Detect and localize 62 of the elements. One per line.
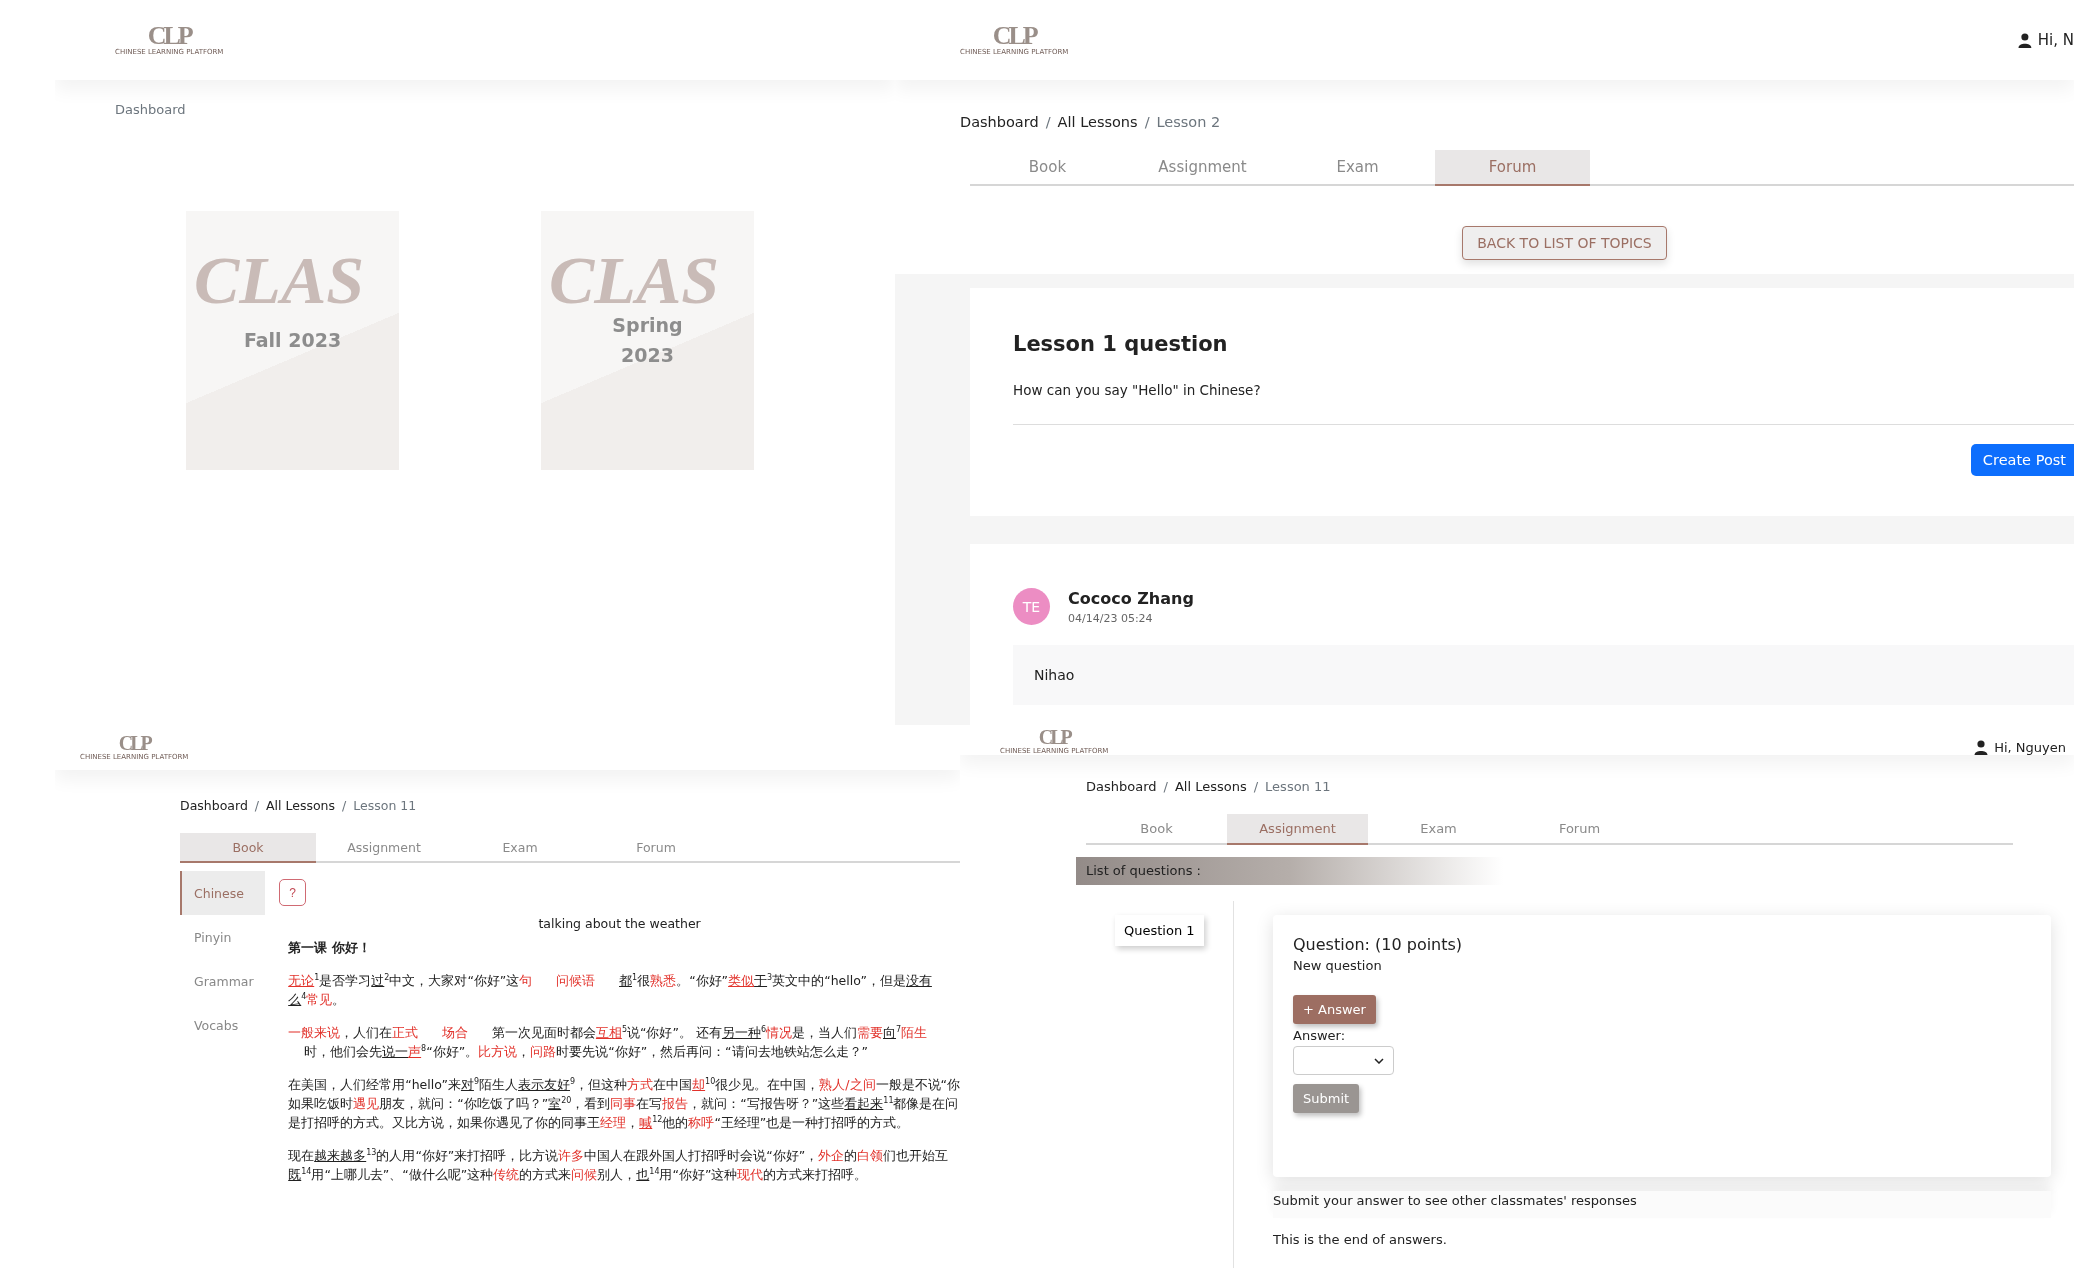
breadcrumb-current: Dashboard (115, 102, 186, 117)
back-button[interactable]: BACK TO LIST OF TOPICS (1462, 226, 1667, 260)
end-text: This is the end of answers. (1273, 1232, 1448, 1247)
breadcrumb-link[interactable]: Dashboard (180, 798, 248, 813)
user-greeting[interactable]: Hi, Nguyen (1974, 740, 2066, 755)
question-item[interactable]: Question 1 (1115, 915, 1204, 946)
tab[interactable]: Assignment (1125, 150, 1280, 186)
lesson-paragraph: 一般来说，人们在正式 场合 第一次见面时都会互相$^{5}$说“你好”。 还有另一种$^{6}$情况是，当人们需要向$^{7}$陌生 时，他们会先说一声$^{8}$“你好”。比方说，问路时要先说“你好”，然后再问：“请问去地铁站怎么走？” (288, 1023, 929, 1061)
breadcrumb-link[interactable]: All Lessons (1057, 114, 1138, 130)
chevron-down-icon (1374, 1057, 1384, 1064)
user-icon (2018, 32, 2032, 48)
breadcrumb-current: Lesson 2 (1156, 114, 1221, 130)
tab[interactable]: Exam (1368, 814, 1509, 845)
class-card[interactable]: CLAS Fall 2023 (186, 211, 399, 470)
answer-select[interactable] (1293, 1046, 1394, 1075)
tab[interactable]: Book (1086, 814, 1227, 845)
side-tab[interactable]: Grammar (180, 959, 266, 1003)
question-title: Question: (10 points) (1293, 935, 1464, 954)
tab[interactable]: Book (180, 833, 316, 863)
side-tab[interactable]: Chinese (180, 871, 266, 915)
question-text: New question (1293, 958, 1383, 973)
tab[interactable]: Forum (588, 833, 724, 863)
breadcrumb-link[interactable]: All Lessons (266, 798, 336, 813)
breadcrumb-separator: / (1144, 114, 1150, 130)
notice-text: Submit your answer to see other classmates' responses (1273, 1191, 2051, 1218)
breadcrumb-separator: / (1163, 779, 1168, 794)
answer-label: Answer: (1293, 1028, 1347, 1043)
breadcrumb-separator: / (342, 798, 347, 813)
post-author: Cococo Zhang (1068, 588, 1194, 608)
lesson-title: 第一课 你好！ (288, 940, 372, 957)
lesson-heading: talking about the weather (537, 916, 702, 931)
breadcrumb-separator: / (1045, 114, 1051, 130)
tab[interactable]: Forum (1435, 150, 1590, 186)
side-tab[interactable]: Pinyin (180, 915, 266, 959)
lesson-paragraph: 在美国，人们经常用“hello”来对$^{9}$陌生人表示友好$^{9}$，但这种方式在中国却$^{10}$很少见。在中国，熟人/之间一般是不说“你 如果吃饭时遇见朋友，就问：“你吃饭了吗？”室$^{20}$，看到同事在写报告，就问：“写报告呀？”这些看起来$^{11}$都像是在问 是打招呼的方式。又比方说，如果你遇见了你的同事王经理，喊$^{12}$他的称呼“王经理”也是一种打招呼的方式。 (288, 1075, 960, 1132)
post-message: Nihao (1013, 645, 2074, 705)
tab[interactable]: Exam (452, 833, 588, 863)
breadcrumb-link[interactable]: Dashboard (1086, 779, 1157, 794)
post-time: 04/14/23 05:24 (1068, 611, 1154, 625)
breadcrumb-link[interactable]: All Lessons (1174, 779, 1247, 794)
tab[interactable]: Exam (1280, 150, 1435, 186)
user-icon (1974, 740, 1989, 755)
breadcrumb-current: Lesson 11 (1265, 779, 1331, 794)
avatar: TE (1013, 588, 1050, 625)
tab[interactable]: Book (970, 150, 1125, 186)
tab[interactable]: Assignment (316, 833, 452, 863)
breadcrumb-separator: / (1253, 779, 1259, 794)
tab[interactable]: Assignment (1227, 814, 1368, 845)
class-card[interactable]: CLAS Spring 2023 (541, 211, 754, 470)
topic-question: How can you say "Hello" in Chinese? (1013, 382, 2074, 425)
breadcrumb-separator: / (254, 798, 260, 813)
breadcrumb-link[interactable]: Dashboard (960, 114, 1039, 130)
lesson-paragraph: 现在越来越多$^{13}$的人用“你好”来打招呼，比方说许多中国人在跟外国人打招呼时会说“你好”，外企的白领们也开始互 既$^{14}$用“上哪儿去”、“做什么呢”这种传统的方式来问候别人，也$^{14}$用“你好”这种现代的方式来打招呼。 (288, 1146, 950, 1184)
topic-title: Lesson 1 question (1013, 332, 1229, 356)
side-tab[interactable]: Vocabs (180, 1003, 266, 1047)
create-post-button[interactable]: Create Post (1970, 444, 2074, 476)
breadcrumb-current: Lesson 11 (353, 798, 417, 813)
help-button[interactable]: ? (279, 879, 307, 906)
tab[interactable]: Forum (1509, 814, 1650, 845)
user-greeting[interactable]: Hi, N (2018, 31, 2074, 49)
add-answer-button[interactable]: + Answer (1293, 995, 1376, 1024)
lesson-paragraph: 无论$^{1}$是否学习过$^{2}$中文，大家对“你好”这句 问候语 都$^{1}$很熟悉。“你好”类似于$^{3}$英文中的“hello”，但是没有 么$^{4}$常见。 (288, 971, 933, 1009)
